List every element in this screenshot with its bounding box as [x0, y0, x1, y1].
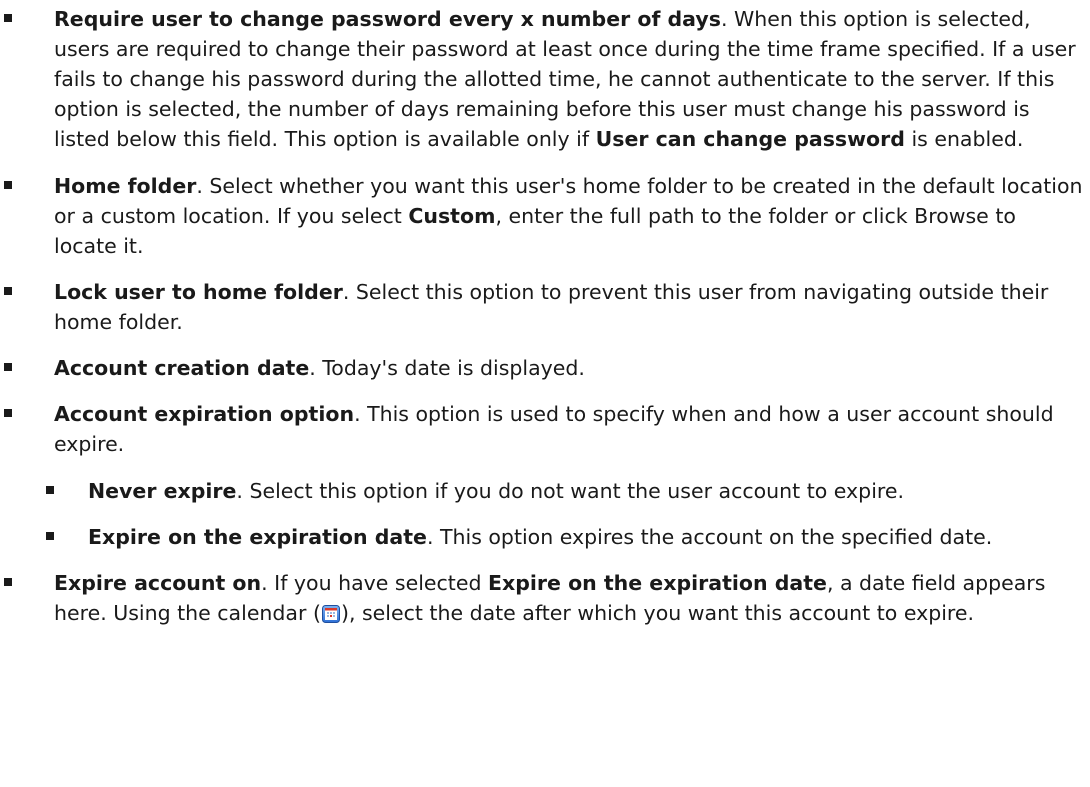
bullet-marker	[4, 14, 12, 22]
list-item: Require user to change password every x …	[0, 4, 1090, 154]
bullet-marker	[4, 181, 12, 189]
option-description: ), select the date after which you want …	[340, 601, 975, 625]
bullet-marker	[4, 363, 12, 371]
option-description: is enabled.	[904, 127, 1024, 151]
list-item-nested: Expire on the expiration date. This opti…	[0, 522, 1090, 552]
option-description: . This option expires the account on the…	[426, 525, 993, 549]
bullet-marker	[4, 409, 12, 417]
list-item: Account expiration option. This option i…	[0, 399, 1090, 459]
option-title: Account creation date	[54, 356, 310, 380]
list-item: Expire account on. If you have selected …	[0, 568, 1090, 628]
option-title: Account expiration option	[54, 402, 355, 426]
option-title: Require user to change password every x …	[54, 7, 721, 31]
bullet-marker	[4, 287, 12, 295]
list-item: Account creation date. Today's date is d…	[0, 353, 1090, 383]
list-item: Home folder. Select whether you want thi…	[0, 171, 1090, 261]
bullet-marker	[46, 532, 54, 540]
option-reference: User can change password	[595, 127, 905, 151]
option-title: Expire account on	[54, 571, 262, 595]
option-list: Require user to change password every x …	[0, 4, 1090, 628]
option-description: . Select this option if you do not want …	[236, 479, 904, 503]
option-title: Never expire	[88, 479, 237, 503]
option-title: Expire on the expiration date	[88, 525, 427, 549]
calendar-icon	[321, 601, 340, 623]
option-reference: Custom	[408, 204, 496, 228]
document-body: Require user to change password every x …	[0, 0, 1090, 628]
option-description: . If you have selected	[261, 571, 488, 595]
option-title: Lock user to home folder	[54, 280, 343, 304]
option-reference: Expire on the expiration date	[487, 571, 827, 595]
list-item: Lock user to home folder. Select this op…	[0, 277, 1090, 337]
option-description: . Today's date is displayed.	[309, 356, 585, 380]
bullet-marker	[46, 486, 54, 494]
option-title: Home folder	[54, 174, 197, 198]
list-item-nested: Never expire. Select this option if you …	[0, 476, 1090, 506]
bullet-marker	[4, 578, 12, 586]
